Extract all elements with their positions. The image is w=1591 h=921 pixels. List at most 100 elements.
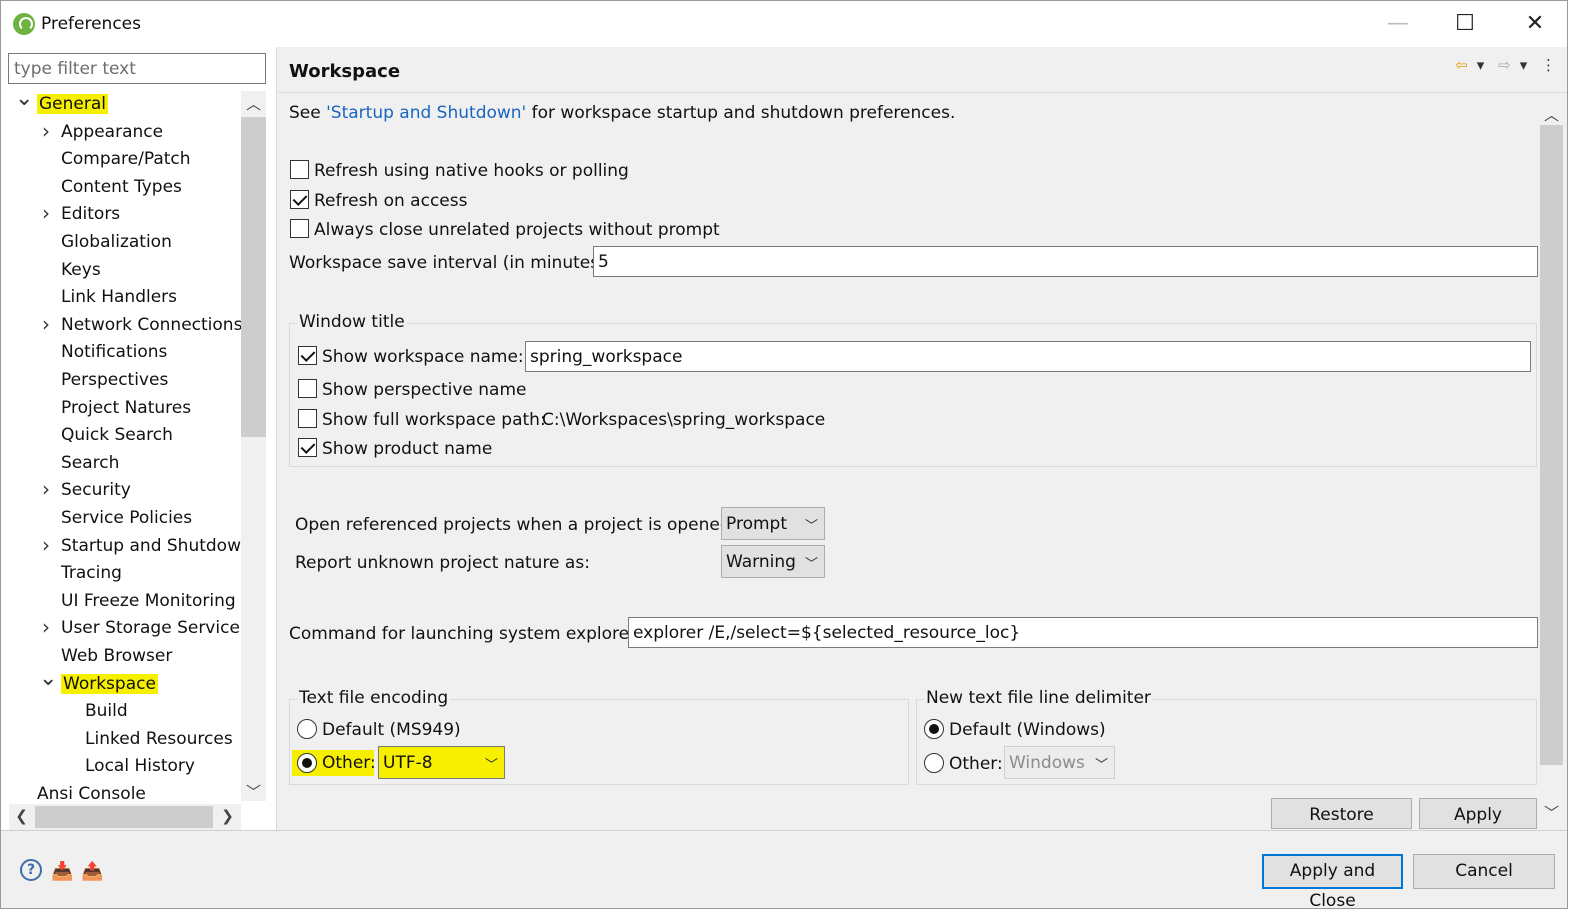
- tree-item-label: Perspectives: [61, 370, 169, 390]
- scroll-up-icon[interactable]: ︿: [241, 93, 266, 114]
- tree-item-label: Ansi Console: [37, 784, 146, 801]
- report-unknown-nature-label: Report unknown project nature as:: [295, 553, 590, 573]
- delimiter-other-radio[interactable]: [924, 753, 944, 773]
- tree-item[interactable]: Project Natures: [61, 395, 191, 421]
- page-vertical-scroll-thumb[interactable]: [1540, 125, 1563, 765]
- tree-item[interactable]: Build: [85, 698, 128, 724]
- open-referenced-projects-select[interactable]: Prompt ﹀: [721, 507, 825, 540]
- tree-item-label: UI Freeze Monitoring: [61, 590, 236, 611]
- show-product-name-checkbox[interactable]: [298, 438, 317, 457]
- tree-item[interactable]: Web Browser: [61, 643, 172, 669]
- scroll-down-icon[interactable]: ﹀: [241, 781, 266, 802]
- tree-item[interactable]: › Security: [42, 477, 131, 503]
- cancel-button[interactable]: Cancel: [1413, 854, 1555, 889]
- restore-defaults-button[interactable]: Restore Defaults: [1271, 798, 1412, 857]
- tree-item-label: Link Handlers: [61, 287, 178, 308]
- chevron-right-icon[interactable]: ›: [39, 615, 53, 641]
- show-full-path-checkbox[interactable]: [298, 409, 317, 428]
- chevron-right-icon[interactable]: ›: [39, 477, 53, 503]
- page-navigation: ⇦ ▾ ⇨ ▾ ⋮: [1446, 56, 1556, 74]
- encoding-default-radio[interactable]: [297, 719, 317, 739]
- intro-text: See 'Startup and Shutdown' for workspace…: [289, 103, 955, 123]
- save-interval-label: Workspace save interval (in minutes):: [289, 253, 612, 273]
- close-button[interactable]: ✕: [1519, 9, 1551, 39]
- tree-item[interactable]: › Network Connections: [42, 312, 241, 338]
- chevron-right-icon[interactable]: ›: [39, 201, 53, 227]
- encoding-other-label: Other:: [322, 753, 376, 773]
- dialog-button-bar: ? 📥 📤 Apply and Close Cancel: [1, 830, 1567, 908]
- workspace-name-input[interactable]: spring_workspace: [525, 341, 1531, 372]
- tree-item[interactable]: Keys: [61, 257, 101, 283]
- page-scroll-down-icon[interactable]: ﹀: [1539, 802, 1564, 823]
- apply-button[interactable]: Apply: [1419, 798, 1537, 829]
- close-unrelated-projects-checkbox[interactable]: [290, 219, 309, 238]
- tree-item[interactable]: Globalization: [61, 229, 172, 255]
- report-unknown-nature-select[interactable]: Warning ﹀: [721, 545, 825, 578]
- startup-shutdown-link[interactable]: 'Startup and Shutdown': [326, 103, 526, 123]
- refresh-on-access-checkbox[interactable]: [290, 190, 309, 209]
- tree-item[interactable]: › Editors: [42, 201, 120, 227]
- back-menu-icon[interactable]: ▾: [1477, 56, 1485, 74]
- tree-item-label: Local History: [85, 756, 195, 777]
- save-interval-input[interactable]: 5: [593, 246, 1538, 277]
- delimiter-other-select[interactable]: Windows ﹀: [1004, 746, 1115, 779]
- export-icon[interactable]: 📤: [81, 861, 103, 882]
- tree-item[interactable]: › Startup and Shutdown: [42, 533, 241, 559]
- preferences-window: Preferences — ☐ ✕ ⌄General›AppearanceCom…: [0, 0, 1568, 909]
- tree-item[interactable]: Local History: [85, 753, 195, 779]
- page-scroll-up-icon[interactable]: ︿: [1539, 104, 1564, 125]
- tree-item-label: Startup and Shutdown: [61, 535, 241, 556]
- tree-item[interactable]: Tracing: [61, 560, 122, 586]
- encoding-other-select[interactable]: UTF-8 ﹀: [378, 746, 505, 779]
- tree-item-label: Security: [61, 480, 131, 501]
- tree-item[interactable]: Perspectives: [61, 367, 168, 393]
- maximize-button[interactable]: ☐: [1449, 9, 1481, 39]
- tree-item[interactable]: › Appearance: [42, 119, 163, 145]
- tree-item[interactable]: UI Freeze Monitoring: [61, 588, 236, 614]
- tree-horizontal-scroll-thumb[interactable]: [35, 806, 213, 828]
- encoding-other-radio[interactable]: [297, 753, 317, 773]
- tree-vertical-scroll-thumb[interactable]: [241, 117, 266, 437]
- tree-item[interactable]: Link Handlers: [61, 284, 177, 310]
- delimiter-default-radio[interactable]: [924, 719, 944, 739]
- help-icon[interactable]: ?: [20, 859, 42, 881]
- tree-item[interactable]: ⌄ General: [15, 91, 108, 117]
- apply-and-close-button[interactable]: Apply and Close: [1262, 854, 1403, 908]
- chevron-right-icon[interactable]: ›: [39, 312, 53, 338]
- chevron-down-icon: ﹀: [484, 758, 498, 773]
- tree-item[interactable]: › User Storage Service: [42, 615, 240, 641]
- chevron-right-icon[interactable]: ›: [39, 119, 53, 145]
- tree-item[interactable]: Compare/Patch: [61, 146, 191, 172]
- tree-item[interactable]: Quick Search: [61, 422, 173, 448]
- preferences-tree-pane: ⌄General›AppearanceCompare/PatchContent …: [1, 47, 277, 830]
- show-workspace-name-checkbox[interactable]: [298, 346, 317, 365]
- tree-item[interactable]: Notifications: [61, 339, 167, 365]
- scroll-left-icon[interactable]: ❮: [9, 807, 34, 825]
- page-title: Workspace: [289, 61, 401, 82]
- show-perspective-name-checkbox[interactable]: [298, 379, 317, 398]
- tree-item[interactable]: Service Policies: [61, 505, 192, 531]
- tree-item[interactable]: Content Types: [61, 174, 182, 200]
- refresh-native-hooks-checkbox[interactable]: [290, 160, 309, 179]
- tree-item[interactable]: Linked Resources: [85, 726, 233, 752]
- scroll-right-icon[interactable]: ❯: [215, 807, 240, 825]
- show-product-name-label: Show product name: [322, 439, 493, 459]
- forward-arrow-icon[interactable]: ⇨: [1498, 56, 1511, 74]
- chevron-right-icon[interactable]: ›: [39, 533, 53, 559]
- tree-item[interactable]: ⌄ Workspace: [39, 667, 158, 697]
- tree-item[interactable]: Search: [61, 450, 119, 476]
- view-menu-icon[interactable]: ⋮: [1541, 56, 1556, 74]
- back-arrow-icon[interactable]: ⇦: [1455, 56, 1468, 74]
- system-explorer-label: Command for launching system explorer:: [289, 624, 642, 644]
- tree-item-label: Search: [61, 452, 120, 473]
- import-icon[interactable]: 📥: [51, 861, 73, 882]
- forward-menu-icon[interactable]: ▾: [1520, 56, 1528, 74]
- show-workspace-name-label: Show workspace name:: [322, 347, 524, 367]
- minimize-button[interactable]: —: [1382, 9, 1414, 39]
- tree-item[interactable]: Ansi Console: [37, 781, 146, 801]
- filter-input[interactable]: [8, 53, 266, 84]
- full-workspace-path-value: C:\Workspaces\spring_workspace: [542, 410, 826, 430]
- chevron-down-icon[interactable]: ⌄: [15, 91, 33, 117]
- chevron-down-icon[interactable]: ⌄: [39, 667, 57, 697]
- system-explorer-input[interactable]: explorer /E,/select=${selected_resource_…: [628, 617, 1538, 648]
